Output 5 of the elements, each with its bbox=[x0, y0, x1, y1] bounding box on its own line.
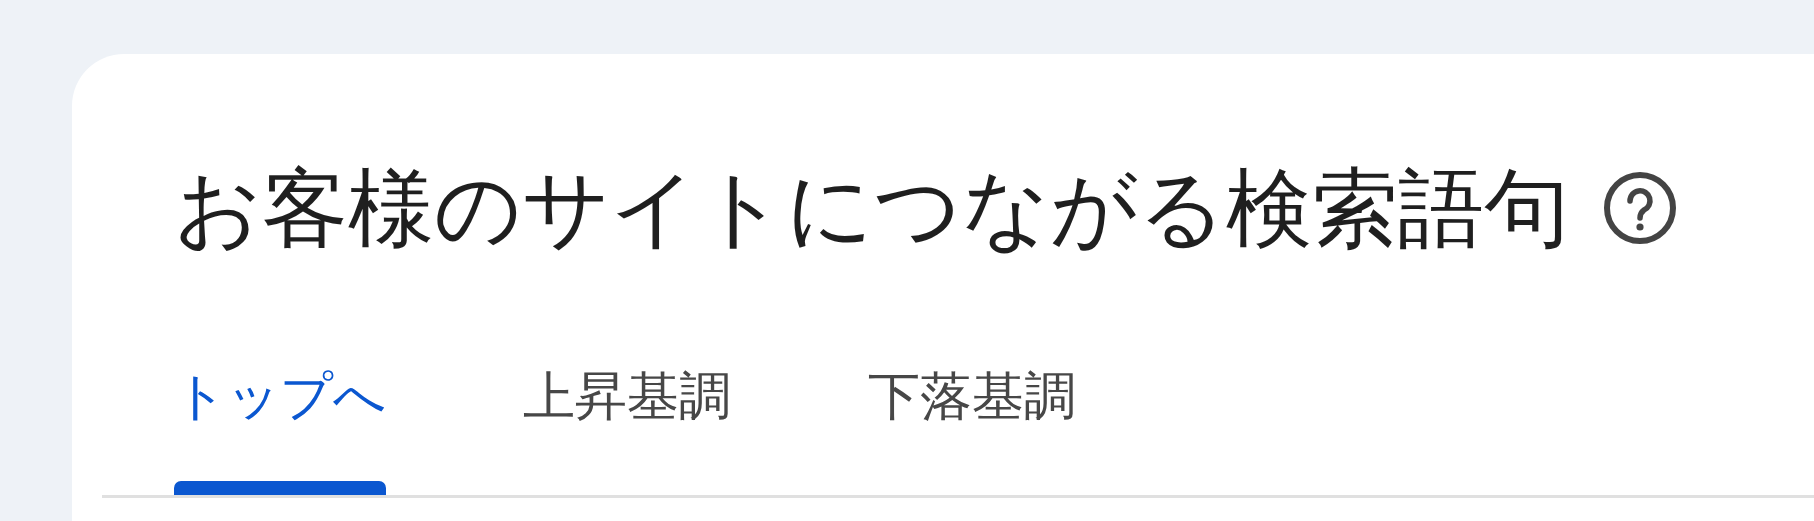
tab[interactable]: 上昇基調 bbox=[523, 366, 731, 495]
tab[interactable]: トップへ bbox=[174, 366, 386, 495]
card-title: お客様のサイトにつながる検索語句 bbox=[174, 158, 1570, 258]
help-icon[interactable] bbox=[1602, 170, 1678, 246]
tab[interactable]: 下落基調 bbox=[868, 366, 1076, 495]
